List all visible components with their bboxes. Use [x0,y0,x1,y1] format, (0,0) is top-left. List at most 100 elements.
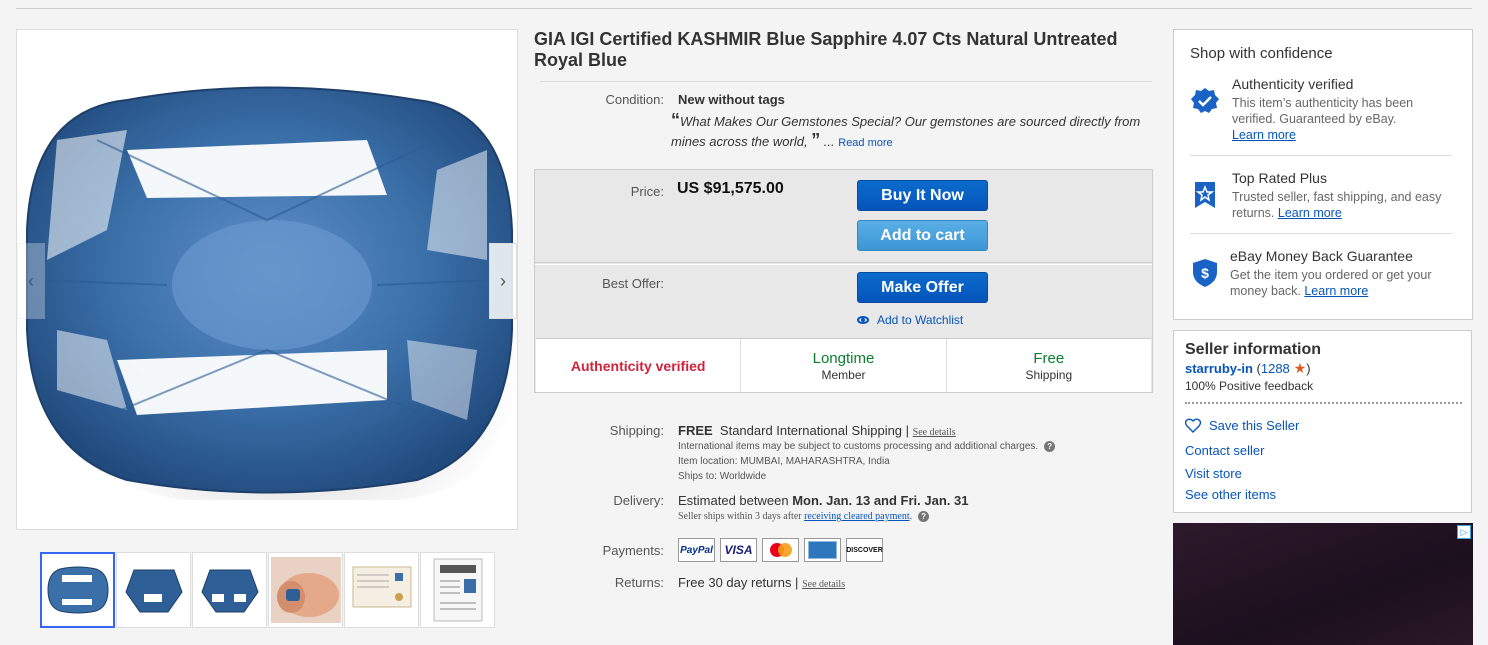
customs-note-text: International items may be subject to cu… [678,441,1039,453]
thumbnail-strip [40,552,495,628]
cleared-payment-link[interactable]: receiving cleared payment [804,511,910,522]
seller-name-link[interactable]: starruby-in [1185,361,1253,376]
learn-more-link[interactable]: Learn more [1232,128,1296,142]
confidence-desc-text: This item’s authenticity has been verifi… [1232,96,1414,126]
contact-seller-link[interactable]: Contact seller [1185,443,1264,458]
help-icon[interactable]: ? [1044,441,1056,452]
read-more-link[interactable]: Read more [838,137,892,149]
star-icon: ★ [1289,360,1307,376]
heart-icon [1185,418,1201,433]
confidence-item-title: Authenticity verified [1232,76,1354,92]
thumbnail-6[interactable] [420,552,495,628]
confidence-item-title: Top Rated Plus [1232,170,1327,186]
member-text: Member [821,367,866,382]
learn-more-link[interactable]: Learn more [1304,284,1368,298]
delivery-prefix: Estimated between [678,493,793,508]
add-to-watchlist-link[interactable]: Add to Watchlist [857,313,963,327]
customs-note: International items may be subject to cu… [678,441,1056,453]
price-value: US $91,575.00 [677,180,784,197]
returns-text: Free 30 day returns | [678,575,799,590]
condition-value: New without tags [678,92,785,107]
make-offer-button[interactable]: Make Offer [857,272,988,303]
thumbnail-1[interactable] [40,552,115,628]
returns-see-details-link[interactable]: See details [802,579,845,590]
confidence-item-desc: Get the item you ordered or get your mon… [1230,267,1452,299]
verified-badge-icon [1191,88,1219,113]
shipping-method: Standard International Shipping | [719,423,910,438]
visa-text: VISA [724,543,753,557]
visa-icon: VISA [720,538,757,562]
longtime-text: Longtime [812,349,875,367]
paypal-icon: PayPal [678,538,715,562]
description-text: What Makes Our Gemstones Special? Our ge… [671,114,1141,149]
buybox-divider-highlight [535,264,1152,265]
description-ellipsis: ... [820,134,839,149]
trust-badges: Authenticity verified Longtime Member Fr… [536,338,1151,392]
help-icon[interactable]: ? [918,511,930,522]
shipping-value: FREE Standard International Shipping | S… [678,423,956,438]
payments-label: Payments: [602,543,664,558]
positive-feedback: 100% Positive feedback [1185,379,1314,393]
thumbnail-3[interactable] [192,552,267,628]
badge-authenticity: Authenticity verified [536,339,742,392]
returns-label: Returns: [614,575,664,590]
discover-text: DISCOVER [846,546,883,554]
open-quote: “ [671,110,680,130]
buy-box: Price: US $91,575.00 Buy It Now Add to c… [534,169,1153,393]
confidence-item-desc: This item’s authenticity has been verifi… [1232,95,1454,143]
delivery-note: Seller ships within 3 days after receivi… [678,511,930,522]
adchoices-icon[interactable]: ▷ [1457,525,1471,539]
mastercard-icon [762,538,799,562]
condition-label: Condition: [605,92,664,107]
main-product-image[interactable]: ‹ › [16,29,518,530]
prev-image-button[interactable]: ‹ [17,243,45,319]
listing-title: GIA IGI Certified KASHMIR Blue Sapphire … [534,29,1118,70]
visit-store-link[interactable]: Visit store [1185,466,1242,481]
amex-icon [804,538,841,562]
shipping-free: FREE [678,423,713,438]
thumb-certificate-icon [433,558,482,622]
confidence-item-title: eBay Money Back Guarantee [1230,248,1413,264]
shipping-label: Shipping: [609,423,664,438]
badge-longtime-member: Longtime Member [741,339,947,392]
advertisement[interactable]: ▷ [1173,523,1473,645]
mastercard-circles [769,543,792,557]
item-description-snippet: “What Makes Our Gemstones Special? Our g… [671,111,1151,152]
next-image-button[interactable]: › [489,243,517,319]
delivery-label: Delivery: [613,493,664,508]
buybox-divider [535,262,1152,263]
learn-more-link[interactable]: Learn more [1278,206,1342,220]
shipping-text: Shipping [1025,367,1073,382]
item-location: Item location: MUMBAI, MAHARASHTRA, Indi… [678,456,890,467]
seller-information-panel: Seller information starruby-in (1288 ★) … [1173,330,1472,513]
shop-with-confidence-panel: Shop with confidence Authenticity verifi… [1173,29,1473,320]
chevron-left-icon: ‹ [28,270,34,291]
thumbnail-2[interactable] [116,552,191,628]
eye-icon [857,316,869,324]
authenticity-badge-text: Authenticity verified [570,357,706,374]
payment-methods: PayPal VISA DISCOVER [678,538,883,562]
thumbnail-4[interactable] [268,552,343,628]
save-seller-link[interactable]: Save this Seller [1185,418,1299,433]
returns-value: Free 30 day returns | See details [678,575,845,590]
save-seller-label: Save this Seller [1209,418,1300,433]
feedback-count-link[interactable]: 1288 [1261,361,1290,376]
shipping-see-details-link[interactable]: See details [913,427,956,438]
add-to-cart-button[interactable]: Add to cart [857,220,988,251]
thumb-sapphire-icon [46,566,109,614]
money-back-shield-icon: $ [1193,259,1217,287]
close-quote: ” [811,130,821,150]
seller-divider [1185,402,1462,404]
thumb-certificate-icon [352,566,411,608]
buy-it-now-button[interactable]: Buy It Now [857,180,988,211]
discover-icon: DISCOVER [846,538,883,562]
see-other-items-link[interactable]: See other items [1185,487,1276,502]
confidence-separator [1190,233,1452,234]
price-label: Price: [630,184,664,199]
confidence-title: Shop with confidence [1190,45,1333,62]
thumbnail-5[interactable] [344,552,419,628]
confidence-item-desc: Trusted seller, fast shipping, and easy … [1232,189,1454,221]
top-rated-ribbon-icon [1195,182,1215,208]
top-divider [16,8,1472,9]
delivery-value: Estimated between Mon. Jan. 13 and Fri. … [678,493,968,508]
